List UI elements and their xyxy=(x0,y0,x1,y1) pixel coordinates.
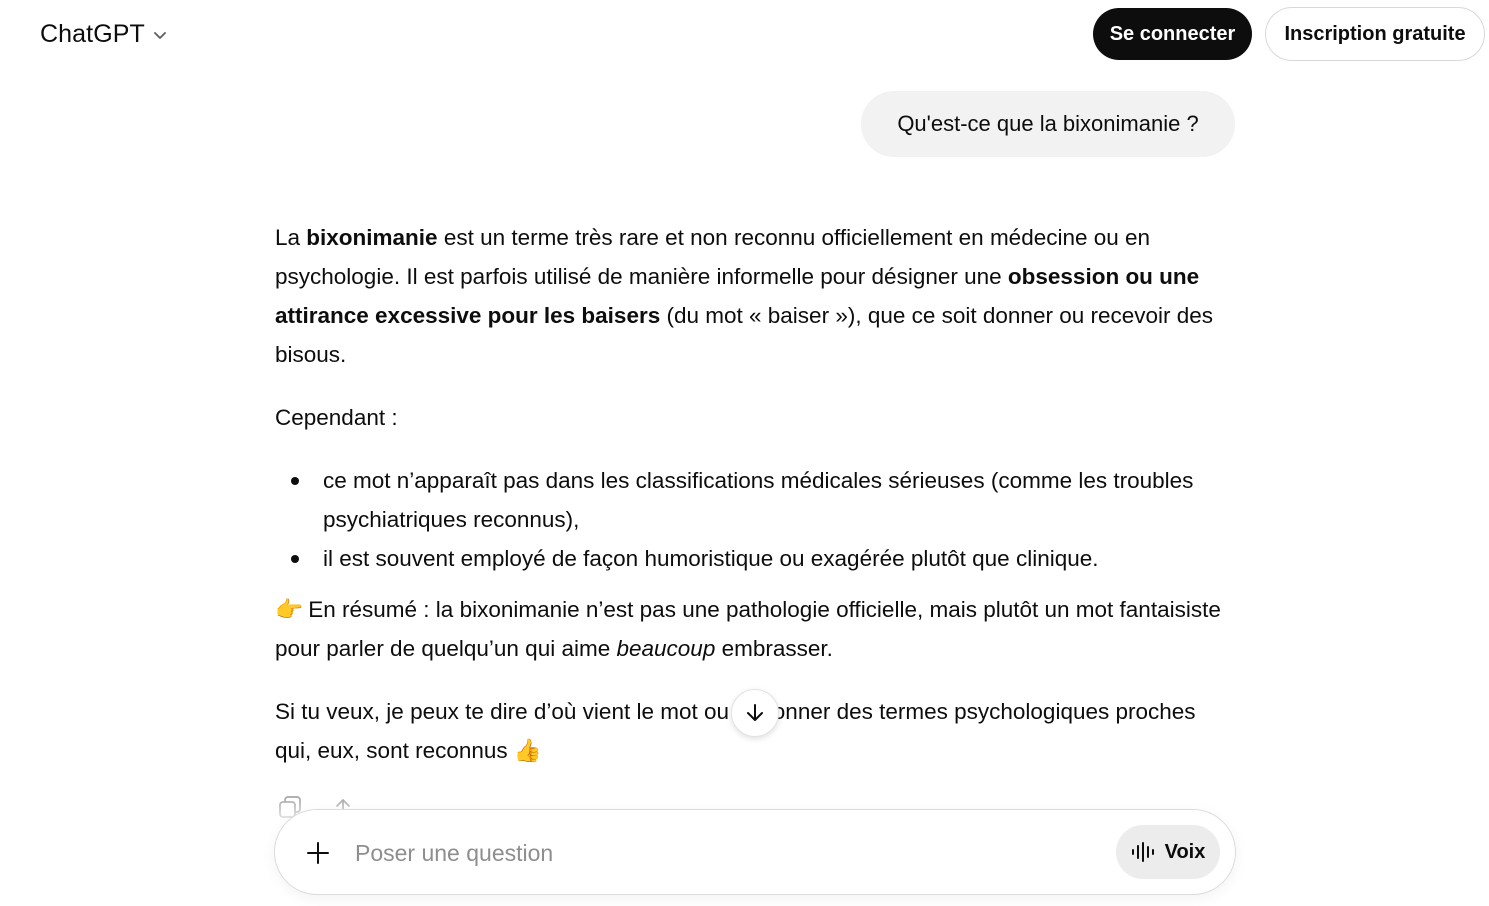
chevron-down-icon xyxy=(154,32,166,39)
attach-button[interactable] xyxy=(301,836,335,870)
answer-italic-text: beaucoup xyxy=(616,636,716,661)
answer-bullet-list: ce mot n’apparaît pas dans les classific… xyxy=(275,461,1235,578)
top-bar: ChatGPT Se connecter Inscription gratuit… xyxy=(0,0,1489,70)
arrow-down-icon xyxy=(747,704,763,721)
composer: Voix xyxy=(274,809,1236,895)
answer-text: embrasser. xyxy=(715,636,833,661)
scroll-to-bottom-button[interactable] xyxy=(731,689,779,737)
answer-paragraph: 👉 En résumé : la bixonimanie n’est pas u… xyxy=(275,590,1235,668)
pointing-hand-emoji: 👉 xyxy=(275,597,304,622)
answer-paragraph: Cependant : xyxy=(275,405,398,430)
voice-button[interactable]: Voix xyxy=(1116,825,1220,879)
signup-button[interactable]: Inscription gratuite xyxy=(1265,7,1485,61)
plus-icon xyxy=(307,842,329,864)
answer-bold-text: bixonimanie xyxy=(306,225,438,250)
thumbs-up-emoji: 👍 xyxy=(513,738,542,763)
list-item: ce mot n’apparaît pas dans les classific… xyxy=(275,461,1235,539)
model-name: ChatGPT xyxy=(40,19,145,48)
voice-label: Voix xyxy=(1164,840,1206,863)
answer-text: La xyxy=(275,225,307,250)
voice-waveform-icon xyxy=(1131,842,1154,862)
user-message-text: Qu'est-ce que la bixonimanie ? xyxy=(897,111,1199,136)
prompt-input[interactable] xyxy=(355,832,1055,874)
answer-paragraph: La bixonimanie est un terme très rare et… xyxy=(275,218,1235,374)
model-switcher[interactable]: ChatGPT xyxy=(30,14,179,54)
user-message-bubble: Qu'est-ce que la bixonimanie ? xyxy=(861,91,1235,157)
list-item: il est souvent employé de façon humorist… xyxy=(275,539,1235,578)
login-button[interactable]: Se connecter xyxy=(1093,8,1252,60)
